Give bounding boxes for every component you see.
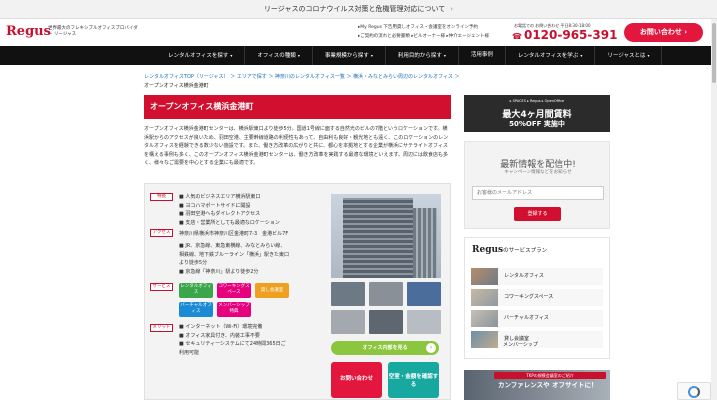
campaign-banner[interactable]: ▸ SPACES ▸ Regus ▸ OpenOffice 最大4ヶ月間賃料 5… [464,95,610,132]
list-item: ■ セキュリティーシステムにて24時間365日ご利用可能 [179,341,286,356]
plan-image [471,310,498,327]
page-title-bar: オープンオフィス横浜金港町 [144,95,451,119]
service-coworking[interactable]: コワーキングスペース [217,283,251,298]
covid-banner[interactable]: リージャスのコロナウイルス対策と危機管理対応について › [0,0,717,19]
nav-item-cases[interactable]: 活用事例 [459,46,506,65]
header-link-myregus[interactable]: ▸My Regus 下告用貸しオフィス・会議室をオンライン予約 [358,24,528,30]
main-nav: レンタルオフィスを探す ▾ オフィスの種類 ▾ 事業規模から探す ▾ 利用目的から探す… [0,46,717,65]
list-item: ■ インターネット（Wi-Fi）環境完備 [179,324,263,330]
list-item: ■ ヨコハマポートサイドに開設 [179,202,251,209]
header-link-row2[interactable]: ▸ご契約の流れと必要書類 ▸ビルオーナー様 ▸仲介エージェント様 [358,33,528,39]
header-links: ▸My Regus 下告用貸しオフィス・会議室をオンライン予約 ▸ご契約の流れと… [358,24,528,42]
newsletter-box: 最新情報を配信中! キャンペーン情報などをお知らせ 登録する [464,141,610,229]
chevron-right-icon: › [450,5,454,13]
list-item: ■ 京急線「神奈川」駅より徒歩2分 [179,268,259,275]
center-info-card: 特長 アクセス サービス メリット ■ 人気のビジネスエリア横浜駅東口 ■ ヨコ… [144,183,451,400]
plan-image [471,289,498,306]
nav-item-about[interactable]: リージャスとは ▾ [595,46,663,65]
service-virtual-office[interactable]: バーチャルオフィス [179,302,213,317]
nav-item-search[interactable]: レンタルオフィスを探す ▾ [156,46,246,65]
recaptcha-icon [688,386,700,398]
plan-virtual-office[interactable]: バーチャルオフィス [471,310,603,327]
tel-number[interactable]: ☎ 0120-965-391 [512,28,617,42]
nav-item-business-size[interactable]: 事業規模から探す ▾ [313,46,386,65]
photo-thumbnail[interactable] [369,282,403,306]
tag-services: サービス [150,283,173,291]
plan-image [471,331,498,348]
arrow-right-icon: › [426,343,436,353]
plan-rental-office[interactable]: レンタルオフィス [471,268,603,285]
conference-banner[interactable]: TKPの規模会議室のご紹介 カンファレンスや オフサイトに！ [464,370,610,400]
tag-merits: メリット [150,324,173,332]
list-item: ■ 羽田空港へもダイレクトアクセス [179,211,261,217]
regus-logo[interactable]: Regus [6,24,51,39]
photo-thumbnail[interactable] [407,310,441,334]
card-contact-button[interactable]: お問い合わせ [331,362,382,398]
page-title: オープンオフィス横浜金港町 [150,102,254,111]
nav-item-purpose[interactable]: 利用目的から探す ▾ [386,46,459,65]
features-list: ■ 人気のビジネスエリア横浜駅東口 ■ ヨコハマポートサイドに開設 ■ 羽田空港… [179,193,280,227]
center-address: 神奈川県横浜市神奈川区金港町7-3 金港ビル7F [179,231,289,237]
newsletter-subtitle: キャンペーン情報などをお知らせ [504,170,572,175]
header-contact-button[interactable]: お問い合わせ › [624,23,703,42]
service-rental-office[interactable]: レンタルオフィス [179,283,213,298]
photo-thumbnails [331,282,441,334]
list-item: ■ 人気のビジネスエリア横浜駅東口 [179,194,261,200]
service-meeting-room[interactable]: 貸し会議室 [255,283,289,298]
building-photo[interactable] [331,194,441,278]
photo-thumbnail[interactable] [331,282,365,306]
breadcrumb-path[interactable]: レンタルオフィスTOP（リージャス） ＞ エリアで探す ＞ 神奈川のレンタルオフ… [144,74,460,80]
promo-brands: ▸ SPACES ▸ Regus ▸ OpenOffice [509,99,565,103]
chevron-down-icon: ▾ [443,53,446,58]
plan-image [471,268,498,285]
photo-thumbnail[interactable] [331,310,365,334]
phone-icon: ☎ [512,32,522,41]
nav-item-learn[interactable]: レンタルオフィスを学ぶ ▾ [506,46,596,65]
logo-tagline: 世界最大のフレキシブルオフィスプロバイダー リージャス [48,26,138,37]
email-input[interactable] [472,186,604,200]
tag-access: アクセス [150,229,173,237]
service-plans-title: Regusのサービスプラン [472,245,548,255]
chevron-down-icon: ▾ [230,53,233,58]
chevron-down-icon: ▾ [370,53,373,58]
service-membership[interactable]: メンバーシップ特典 [217,302,251,317]
chevron-down-icon: ▾ [580,53,583,58]
recaptcha-badge[interactable] [677,382,711,400]
chevron-down-icon: ▾ [297,53,300,58]
photo-thumbnail[interactable] [407,282,441,306]
site-header: Regus 世界最大のフレキシブルオフィスプロバイダー リージャス ▸My Re… [0,19,717,46]
access-list: ■ JR、京急線、東急東横線、みなとみらい線、相鉄線、地下鉄ブルーライン「横浜」… [179,242,289,276]
list-item: ■ JR、京急線、東急東横線、みなとみらい線、相鉄線、地下鉄ブルーライン「横浜」… [179,243,290,266]
breadcrumb: レンタルオフィスTOP（リージャス） ＞ エリアで探す ＞ 神奈川のレンタルオフ… [144,73,474,91]
promo-discount: 50%OFF 実施中 [509,120,565,128]
conference-label: TKPの規模会議室のご紹介 [494,372,606,379]
page-scrollbar[interactable] [711,19,717,400]
plan-coworking[interactable]: コワーキングスペース [471,289,603,306]
photo-thumbnail[interactable] [369,310,403,334]
list-item: ■ 支店・営業所としても最適なロケーション [179,219,280,226]
merits-list: ■ インターネット（Wi-Fi）環境完備 ■ オフィス家具付き、内装工事不要 ■… [179,323,289,357]
conference-title: カンファレンスや オフサイトに！ [498,381,598,389]
nav-item-office-types[interactable]: オフィスの種類 ▾ [245,46,313,65]
list-item: ■ オフィス家具付き、内装工事不要 [179,332,260,339]
breadcrumb-current: オープンオフィス横浜金港町 [144,83,209,89]
covid-banner-text: リージャスのコロナウイルス対策と危機管理対応について [263,5,446,13]
center-description: オープンオフィス横浜金港町センターは、横浜駅東口より徒歩5分。国道1号線に面する… [144,126,449,166]
tag-features: 特長 [150,193,173,201]
view-office-interior-button[interactable]: オフィス内部を見る › [331,341,439,355]
chevron-down-icon: ▾ [647,53,650,58]
register-button[interactable]: 登録する [514,207,561,221]
check-vacancy-button[interactable]: 空室・金額を確認する [388,362,439,398]
